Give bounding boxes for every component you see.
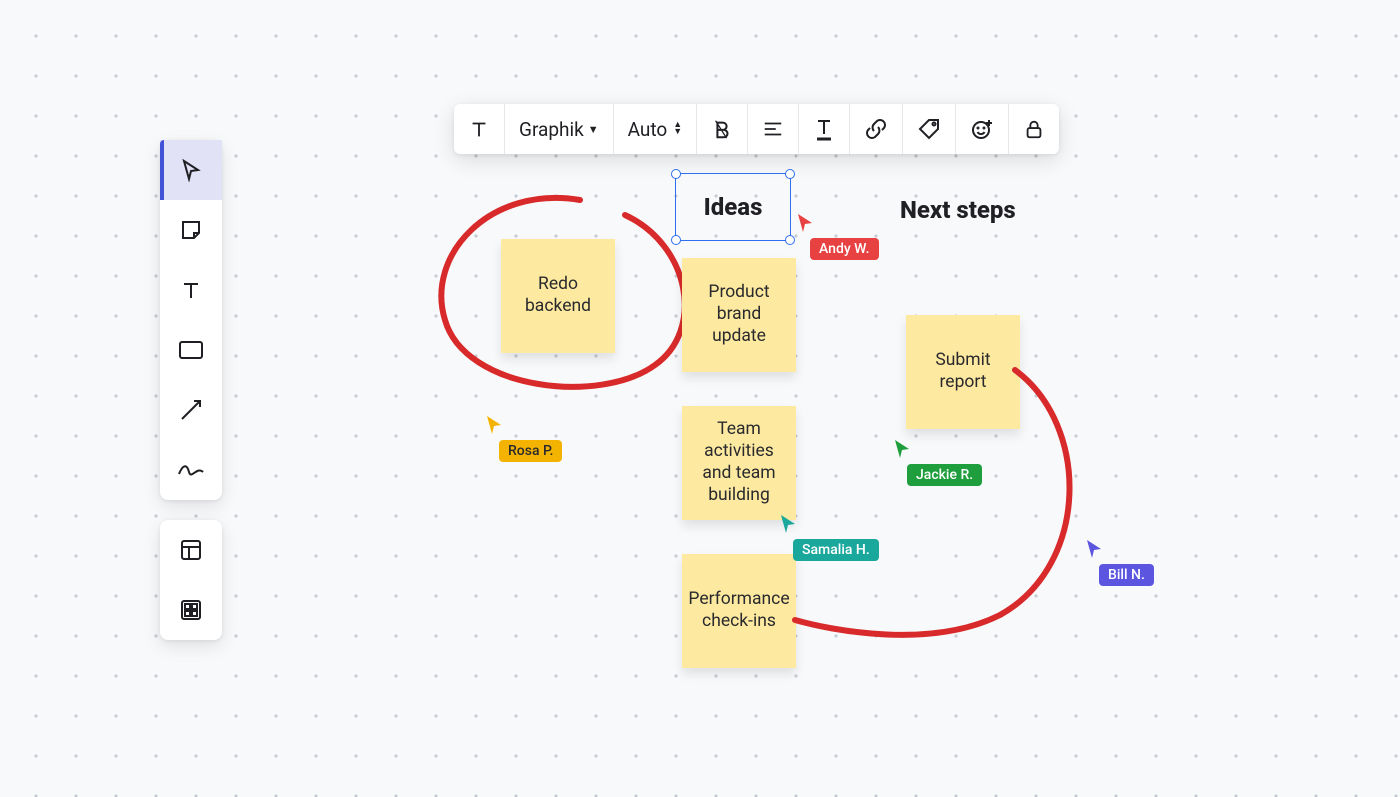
tool-panel-main <box>160 140 222 500</box>
sticky-note[interactable]: Team activities and team building <box>682 406 796 520</box>
emoji-button[interactable] <box>956 104 1009 154</box>
text-context-toolbar: Graphik ▼ Auto ▲▼ <box>454 104 1059 154</box>
note-text: Team activities and team building <box>690 419 788 507</box>
align-left-icon <box>762 118 784 140</box>
cursor-label: Andy W. <box>810 238 879 260</box>
resize-handle[interactable] <box>671 169 681 179</box>
cursor-arrow-icon <box>893 438 911 460</box>
heading-ideas: Ideas <box>676 174 790 240</box>
collab-cursor-rosa: Rosa P. <box>485 414 562 462</box>
tag-icon <box>917 117 941 141</box>
whiteboard-canvas[interactable]: Graphik▼ Auto ▲▼ Ide <box>0 0 1400 797</box>
tool-panel-secondary <box>160 520 222 640</box>
tool-sidebar <box>160 140 222 640</box>
bold-icon <box>711 118 733 140</box>
chevron-down-icon: ▼ <box>588 123 599 136</box>
cursor-arrow-icon <box>796 212 814 234</box>
sticky-note[interactable]: Performance check-ins <box>682 554 796 668</box>
collab-cursor-bill: Bill N. <box>1085 538 1154 586</box>
cursor-icon <box>179 158 203 182</box>
text-icon <box>468 118 490 140</box>
sticky-note-icon <box>179 218 203 242</box>
collab-cursor-andy: Andy W. <box>796 212 879 260</box>
rectangle-icon <box>178 340 204 360</box>
link-icon <box>864 117 888 141</box>
shape-tool[interactable] <box>160 320 222 380</box>
cursor-label: Samalia H. <box>793 539 879 561</box>
sticky-note[interactable]: Submit report <box>906 315 1020 429</box>
font-size-stepper[interactable]: Auto ▲▼ <box>614 104 698 154</box>
collab-cursor-jackie: Jackie R. <box>893 438 982 486</box>
font-family-dropdown[interactable]: Graphik ▼ <box>505 104 614 154</box>
cursor-arrow-icon <box>1085 538 1103 560</box>
note-text: Submit report <box>914 350 1012 394</box>
pen-tool[interactable] <box>160 440 222 500</box>
cursor-arrow-icon <box>779 513 797 535</box>
toolbar-text-mode[interactable] <box>454 104 505 154</box>
lock-icon <box>1023 118 1045 140</box>
text-icon <box>179 278 203 302</box>
resize-handle[interactable] <box>671 235 681 245</box>
tag-button[interactable] <box>903 104 956 154</box>
text-color-icon <box>813 117 835 141</box>
layout-icon <box>179 538 203 562</box>
widget-grid-tool[interactable] <box>160 580 222 640</box>
lock-button[interactable] <box>1009 104 1059 154</box>
collab-cursor-samalia: Samalia H. <box>779 513 879 561</box>
note-text: Product brand update <box>690 282 788 348</box>
text-tool[interactable] <box>160 260 222 320</box>
sticky-note-tool[interactable] <box>160 200 222 260</box>
sticky-note[interactable]: Product brand update <box>682 258 796 372</box>
grid-icon <box>179 598 203 622</box>
link-button[interactable] <box>850 104 903 154</box>
bold-button[interactable] <box>697 104 748 154</box>
cursor-label: Rosa P. <box>499 440 562 462</box>
font-size-label: Auto <box>628 118 668 141</box>
selected-text-ideas[interactable]: Ideas <box>675 173 791 241</box>
font-family-label: Graphik <box>519 118 584 141</box>
scribble-icon <box>177 460 205 480</box>
cursor-arrow-icon <box>485 414 503 436</box>
align-button[interactable] <box>748 104 799 154</box>
note-text: Redo backend <box>509 274 607 318</box>
cursor-label: Jackie R. <box>907 464 982 486</box>
layout-template-tool[interactable] <box>160 520 222 580</box>
arrow-icon <box>178 397 204 423</box>
stepper-icon: ▲▼ <box>673 122 682 136</box>
note-text: Performance check-ins <box>688 589 789 633</box>
heading-next-steps[interactable]: Next steps <box>900 196 1016 224</box>
select-tool[interactable] <box>160 140 222 200</box>
cursor-label: Bill N. <box>1099 564 1154 586</box>
emoji-icon <box>970 117 994 141</box>
connector-tool[interactable] <box>160 380 222 440</box>
resize-handle[interactable] <box>785 235 795 245</box>
text-color-button[interactable] <box>799 104 850 154</box>
resize-handle[interactable] <box>785 169 795 179</box>
sticky-note[interactable]: Redo backend <box>501 239 615 353</box>
